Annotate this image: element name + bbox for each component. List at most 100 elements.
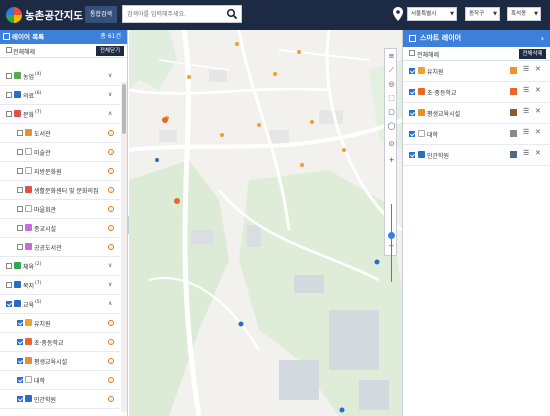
layer-item-row[interactable]: 마을회관 i <box>0 200 120 219</box>
smart-layer-row[interactable]: 민간학원 ☰ ✕ <box>403 145 550 166</box>
layer-item-row[interactable]: 공공도서관 i <box>0 238 120 257</box>
layer-group-row[interactable]: 체육 (2) ∨ <box>0 257 120 276</box>
layer-checkbox[interactable] <box>17 358 23 364</box>
info-icon[interactable]: i <box>108 396 114 402</box>
layer-checkbox[interactable] <box>17 244 23 250</box>
layer-item-row[interactable]: 대학 i <box>0 371 120 390</box>
info-icon[interactable]: i <box>108 339 114 345</box>
close-icon[interactable]: ✕ <box>535 107 541 115</box>
menu-icon[interactable]: ☰ <box>523 107 529 115</box>
chevron-up-icon[interactable]: ∧ <box>108 300 112 307</box>
ruler-icon[interactable]: ⟋ <box>386 65 397 76</box>
delete-all-button[interactable]: 전체삭제 <box>519 49 546 59</box>
smart-layer-checkbox[interactable] <box>409 89 415 95</box>
layer-checkbox[interactable] <box>17 396 23 402</box>
info-icon[interactable]: i <box>108 206 114 212</box>
info-icon[interactable]: i <box>108 187 114 193</box>
menu-icon[interactable]: ☰ <box>523 128 529 136</box>
layer-checkbox[interactable] <box>6 73 12 79</box>
chevron-right-icon[interactable]: › <box>541 30 544 47</box>
info-icon[interactable]: i <box>108 149 114 155</box>
smart-layer-checkbox[interactable] <box>409 68 415 74</box>
layer-checkbox[interactable] <box>17 149 23 155</box>
dong-select[interactable]: 흑석동 ▼ <box>507 7 541 21</box>
search-input[interactable] <box>123 6 223 22</box>
layer-item-row[interactable]: 초·중등학교 i <box>0 333 120 352</box>
layer-item-row[interactable]: 미술관 i <box>0 143 120 162</box>
zoom-out-icon[interactable]: − <box>386 241 397 252</box>
info-icon[interactable]: i <box>108 320 114 326</box>
province-select[interactable]: 서울특별시 ▼ <box>407 7 457 21</box>
layer-checkbox[interactable] <box>17 320 23 326</box>
info-icon[interactable]: i <box>108 225 114 231</box>
smart-layer-row[interactable]: 대학 ☰ ✕ <box>403 124 550 145</box>
color-swatch[interactable] <box>510 151 517 158</box>
color-swatch[interactable] <box>510 67 517 74</box>
layer-group-row[interactable]: 문화 (7) ∧ <box>0 105 120 124</box>
target-icon[interactable]: ⊙ <box>386 139 397 150</box>
layer-group-row[interactable]: 농업 (4) ∨ <box>0 67 120 86</box>
chevron-down-icon[interactable]: ∨ <box>108 262 112 269</box>
layer-item-row[interactable]: 민간학원 i <box>0 390 120 409</box>
color-swatch[interactable] <box>510 130 517 137</box>
layer-checkbox[interactable] <box>17 377 23 383</box>
layer-checkbox[interactable] <box>17 225 23 231</box>
search-icon[interactable] <box>226 8 238 20</box>
smart-layer-checkbox[interactable] <box>409 110 415 116</box>
menu-icon[interactable]: ☰ <box>523 86 529 94</box>
smart-layer-row[interactable]: 평생교육시설 ☰ ✕ <box>403 103 550 124</box>
close-icon[interactable]: ✕ <box>535 128 541 136</box>
chevron-down-icon[interactable]: ∨ <box>108 281 112 288</box>
info-icon[interactable]: i <box>108 358 114 364</box>
layer-checkbox[interactable] <box>17 130 23 136</box>
color-swatch[interactable] <box>510 109 517 116</box>
chevron-down-icon[interactable]: ∨ <box>108 91 112 98</box>
close-icon[interactable]: ✕ <box>535 86 541 94</box>
info-icon[interactable]: i <box>108 244 114 250</box>
zoom-in-icon[interactable]: + <box>386 155 397 166</box>
layer-item-row[interactable]: 지방문화원 i <box>0 162 120 181</box>
layer-checkbox[interactable] <box>6 301 12 307</box>
chevron-up-icon[interactable]: ∧ <box>108 110 112 117</box>
smart-layer-row[interactable]: 유치원 ☰ ✕ <box>403 61 550 82</box>
smart-select-all-checkbox[interactable] <box>409 50 415 56</box>
close-icon[interactable]: ✕ <box>535 65 541 73</box>
close-icon[interactable]: ✕ <box>535 149 541 157</box>
chevron-down-icon[interactable]: ∨ <box>108 72 112 79</box>
layer-checkbox[interactable] <box>6 111 12 117</box>
layer-checkbox[interactable] <box>17 339 23 345</box>
layer-checkbox[interactable] <box>17 187 23 193</box>
district-select[interactable]: 동작구 ▼ <box>465 7 500 21</box>
scroll-thumb[interactable] <box>122 84 126 134</box>
layer-checkbox[interactable] <box>6 282 12 288</box>
layer-item-row[interactable]: 평생교육시설 i <box>0 352 120 371</box>
combined-search-button[interactable]: 통합검색 <box>85 6 117 23</box>
info-icon[interactable]: i <box>108 130 114 136</box>
collapse-all-button[interactable]: 전체닫기 <box>96 46 124 56</box>
layer-item-row[interactable]: 유치원 i <box>0 314 120 333</box>
smart-layer-checkbox[interactable] <box>409 131 415 137</box>
color-swatch[interactable] <box>510 88 517 95</box>
map-view[interactable] <box>129 30 402 416</box>
layer-item-row[interactable]: 종교시설 i <box>0 219 120 238</box>
layer-checkbox[interactable] <box>17 206 23 212</box>
comment-icon[interactable]: ◯ <box>386 121 397 132</box>
menu-icon[interactable]: ☰ <box>523 65 529 73</box>
select-all-checkbox[interactable] <box>6 47 12 53</box>
layer-group-row[interactable]: 의료 (6) ∨ <box>0 86 120 105</box>
clear-icon[interactable]: ▢ <box>386 107 397 118</box>
layer-group-row[interactable]: 복지 (7) ∨ <box>0 276 120 295</box>
area-icon[interactable]: ⬚ <box>386 93 397 104</box>
menu-icon[interactable]: ☰ <box>523 149 529 157</box>
layer-list-scrollbar[interactable] <box>121 82 127 412</box>
smart-layer-row[interactable]: 초·중등학교 ☰ ✕ <box>403 82 550 103</box>
zoom-knob[interactable] <box>388 232 395 239</box>
info-icon[interactable]: i <box>108 168 114 174</box>
layer-checkbox[interactable] <box>6 92 12 98</box>
layer-group-row[interactable]: 교육 (5) ∧ <box>0 295 120 314</box>
smart-layer-checkbox[interactable] <box>409 152 415 158</box>
locate-icon[interactable]: ◎ <box>386 79 397 90</box>
info-icon[interactable]: i <box>108 377 114 383</box>
layer-checkbox[interactable] <box>17 168 23 174</box>
layer-checkbox[interactable] <box>6 263 12 269</box>
